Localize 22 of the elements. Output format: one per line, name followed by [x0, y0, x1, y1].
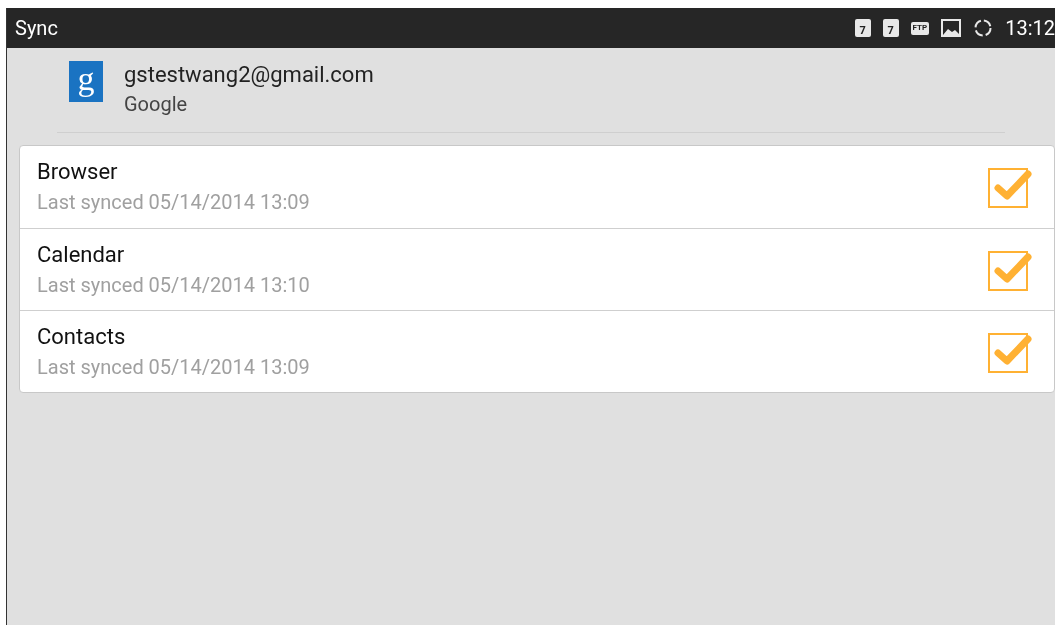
- checkbox[interactable]: [988, 166, 1034, 208]
- checkbox[interactable]: [988, 330, 1034, 373]
- last-synced: Last synced 05/14/2014 13:10: [37, 271, 310, 299]
- calendar-icon: 7: [882, 19, 899, 37]
- sync-item[interactable]: Browser Last synced 05/14/2014 13:09: [20, 146, 1054, 228]
- last-synced: Last synced 05/14/2014 13:09: [37, 353, 310, 381]
- sync-item-name: Calendar: [37, 240, 126, 269]
- sync-icon: [973, 18, 994, 38]
- calendar-icon: 7: [854, 19, 871, 37]
- clock: 13:12: [1005, 15, 1055, 42]
- picture-icon: [941, 19, 962, 37]
- account-type: Google: [124, 91, 189, 118]
- account-email: gstestwang2@gmail.com: [124, 61, 374, 89]
- sync-item[interactable]: Calendar Last synced 05/14/2014 13:10: [20, 228, 1054, 310]
- google-logo: g: [69, 61, 103, 102]
- screen-title: Sync: [15, 15, 58, 42]
- sync-item[interactable]: Contacts Last synced 05/14/2014 13:09: [20, 310, 1054, 392]
- sync-item-name: Browser: [37, 158, 119, 186]
- last-synced: Last synced 05/14/2014 13:09: [37, 189, 310, 216]
- ftp-icon: FTP: [910, 21, 930, 35]
- sync-item-name: Contacts: [37, 322, 127, 351]
- checkbox[interactable]: [988, 248, 1034, 291]
